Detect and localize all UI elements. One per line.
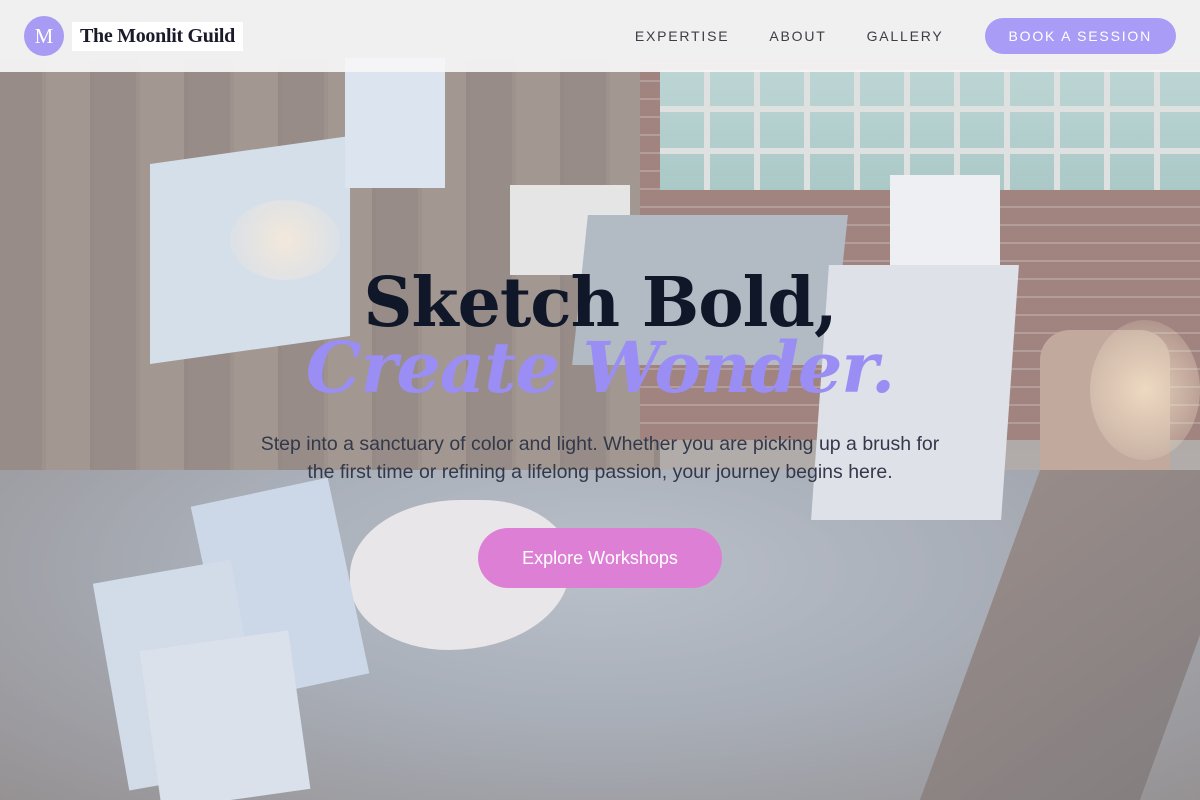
site-header: M The Moonlit Guild EXPERTISE ABOUT GALL… — [0, 0, 1200, 72]
nav-link-about[interactable]: ABOUT — [769, 28, 826, 44]
headline-line-2: Create Wonder. — [305, 326, 896, 409]
nav-link-gallery[interactable]: GALLERY — [867, 28, 944, 44]
explore-workshops-button[interactable]: Explore Workshops — [478, 528, 722, 588]
brand-name: The Moonlit Guild — [72, 21, 243, 51]
nav-link-expertise[interactable]: EXPERTISE — [635, 28, 730, 44]
hero-subtext: Step into a sanctuary of color and light… — [260, 433, 940, 483]
logo-badge: M — [24, 16, 64, 56]
brand-logo-link[interactable]: M The Moonlit Guild — [24, 16, 243, 56]
main-nav: EXPERTISE ABOUT GALLERY BOOK A SESSION — [635, 18, 1176, 54]
hero-headline: Sketch Bold, Create Wonder. — [0, 262, 1200, 404]
hero-section: Sketch Bold, Create Wonder. Step into a … — [0, 262, 1200, 588]
book-session-button[interactable]: BOOK A SESSION — [984, 18, 1176, 54]
